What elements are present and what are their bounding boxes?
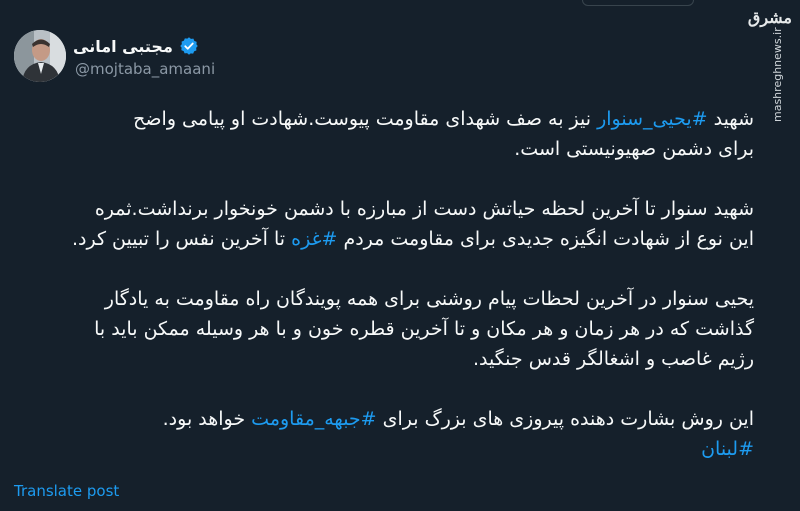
tweet-text-segment: شهید سنوار تا آخرین لحظه حیاتش دست از مب…	[94, 198, 754, 220]
tweet-text: شهید #یحیی_سنوار نیز به صف شهدای مقاومت …	[54, 104, 754, 464]
watermark-site: mashreghnews.ir	[771, 27, 784, 122]
tweet-paragraph: این روش بشارت دهنده پیروزی های بزرگ برای…	[54, 404, 754, 464]
tweet-line: یحیی سنوار در آخرین لحظات پیام روشنی برا…	[54, 284, 754, 314]
tweet-line: این روش بشارت دهنده پیروزی های بزرگ برای…	[54, 404, 754, 434]
tweet-line: شهید #یحیی_سنوار نیز به صف شهدای مقاومت …	[54, 104, 754, 134]
tweet-line: برای دشمن صهیونیستی است.	[54, 134, 754, 164]
user-handle[interactable]: @mojtaba_amaani	[75, 60, 215, 78]
watermark: مشرق mashreghnews.ir	[748, 0, 794, 130]
tweet-line: شهید سنوار تا آخرین لحظه حیاتش دست از مب…	[54, 194, 754, 224]
tweet-text-segment: این روش بشارت دهنده پیروزی های بزرگ برای	[376, 408, 754, 430]
display-name[interactable]: مجتبی امانی	[73, 37, 173, 56]
tweet-text-segment: این نوع از شهادت انگیزه جدیدی برای مقاوم…	[337, 228, 754, 250]
tweet-text-segment: یحیی سنوار در آخرین لحظات پیام روشنی برا…	[104, 288, 754, 310]
translate-post-link[interactable]: Translate post	[14, 482, 119, 500]
display-name-row: مجتبی امانی	[73, 34, 199, 58]
tweet-text-segment: نیز به صف شهدای مقاومت پیوست.شهادت او پی…	[133, 108, 598, 130]
tweet-text-segment: برای دشمن صهیونیستی است.	[514, 138, 754, 160]
hashtag-link[interactable]: #لبنان	[701, 438, 754, 460]
tweet-line: گذاشت که در هر زمان و هر مکان و تا آخرین…	[54, 314, 754, 344]
tweet-text-segment: خواهد بود.	[162, 408, 252, 430]
tweet-paragraph: یحیی سنوار در آخرین لحظات پیام روشنی برا…	[54, 284, 754, 374]
tweet-text-segment: رژیم غاصب و اشغالگر قدس جنگید.	[472, 348, 754, 370]
tweet-text-segment: شهید	[707, 108, 754, 130]
watermark-logo: مشرق	[747, 8, 793, 27]
tweet-line: #لبنان	[54, 434, 754, 464]
hashtag-link[interactable]: #جبهه_مقاومت	[251, 408, 376, 430]
avatar[interactable]	[14, 30, 66, 82]
tweet-paragraph: شهید #یحیی_سنوار نیز به صف شهدای مقاومت …	[54, 104, 754, 164]
tweet-line: این نوع از شهادت انگیزه جدیدی برای مقاوم…	[54, 224, 754, 254]
hashtag-link[interactable]: #یحیی_سنوار	[597, 108, 707, 130]
tweet-line: رژیم غاصب و اشغالگر قدس جنگید.	[54, 344, 754, 374]
verified-badge-icon	[180, 37, 198, 55]
hashtag-link[interactable]: #غزه	[291, 228, 337, 250]
tweet-card: مجتبی امانی @mojtaba_amaani مشرق mashreg…	[0, 0, 800, 511]
tweet-paragraph: شهید سنوار تا آخرین لحظه حیاتش دست از مب…	[54, 194, 754, 254]
profile-photo-icon	[14, 30, 66, 82]
tweet-text-segment: گذاشت که در هر زمان و هر مکان و تا آخرین…	[94, 318, 754, 340]
top-tab-edge	[582, 0, 694, 6]
tweet-text-segment: تا آخرین نفس را تبیین کرد.	[71, 228, 292, 250]
